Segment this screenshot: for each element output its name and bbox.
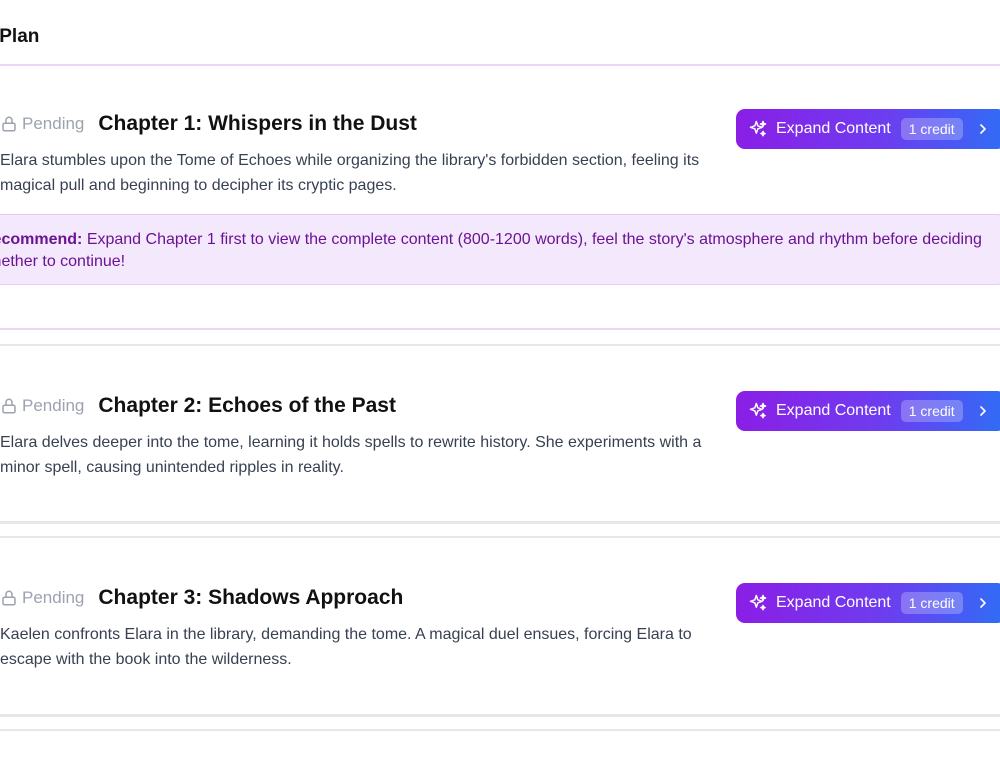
recommend-body: Expand Chapter 1 first to view the compl… xyxy=(0,231,982,270)
status-label: Pending xyxy=(22,114,85,133)
chapter-card-2: Pending Chapter 2: Echoes of the Past El… xyxy=(0,344,1000,524)
chevron-right-icon xyxy=(979,598,986,608)
chapter-header: Pending Chapter 2: Echoes of the Past xyxy=(0,394,396,418)
sparkles-icon xyxy=(749,402,767,419)
chevron-right-icon xyxy=(979,124,986,134)
chapter-card-1: Pending Chapter 1: Whispers in the Dust … xyxy=(0,66,1000,330)
chapter-title: Chapter 1: Whispers in the Dust xyxy=(98,112,417,135)
expand-button-label: Expand Content xyxy=(776,402,891,419)
recommend-label: Recommend: xyxy=(0,231,83,248)
chapter-card-3: Pending Chapter 3: Shadows Approach Kael… xyxy=(0,536,1000,717)
sparkles-icon xyxy=(749,594,767,611)
chapter-description: Kaelen confronts Elara in the library, d… xyxy=(0,626,692,668)
chapter-header: Pending Chapter 1: Whispers in the Dust xyxy=(0,112,417,136)
expand-content-button[interactable]: Expand Content 1 credit xyxy=(736,583,1000,623)
expand-content-button[interactable]: Expand Content 1 credit xyxy=(736,109,1000,149)
expand-content-button[interactable]: Expand Content 1 credit xyxy=(736,391,1000,431)
lock-icon xyxy=(2,116,16,132)
chapter-title: Chapter 3: Shadows Approach xyxy=(98,586,404,609)
page-title: er Plan xyxy=(0,26,40,47)
status-label: Pending xyxy=(22,396,85,415)
chevron-right-icon xyxy=(979,406,986,416)
credit-badge: 1 credit xyxy=(900,118,963,140)
chapter-description: Elara stumbles upon the Tome of Echoes w… xyxy=(0,152,700,194)
sparkles-icon xyxy=(749,120,767,137)
expand-button-label: Expand Content xyxy=(776,120,891,137)
recommend-banner: Recommend: Expand Chapter 1 first to vie… xyxy=(0,214,1000,285)
chapter-card-4 xyxy=(0,729,1000,769)
recommend-text: Recommend: Expand Chapter 1 first to vie… xyxy=(0,229,991,273)
status-label: Pending xyxy=(22,588,85,607)
credit-badge: 1 credit xyxy=(900,592,963,614)
lock-icon xyxy=(2,590,16,606)
expand-button-label: Expand Content xyxy=(776,594,891,611)
credit-badge: 1 credit xyxy=(900,400,963,422)
lock-icon xyxy=(2,398,16,414)
chapter-title: Chapter 2: Echoes of the Past xyxy=(98,394,396,417)
chapter-description: Elara delves deeper into the tome, learn… xyxy=(0,434,702,476)
chapter-header: Pending Chapter 3: Shadows Approach xyxy=(0,586,403,610)
page-header: er Plan xyxy=(0,0,1000,66)
